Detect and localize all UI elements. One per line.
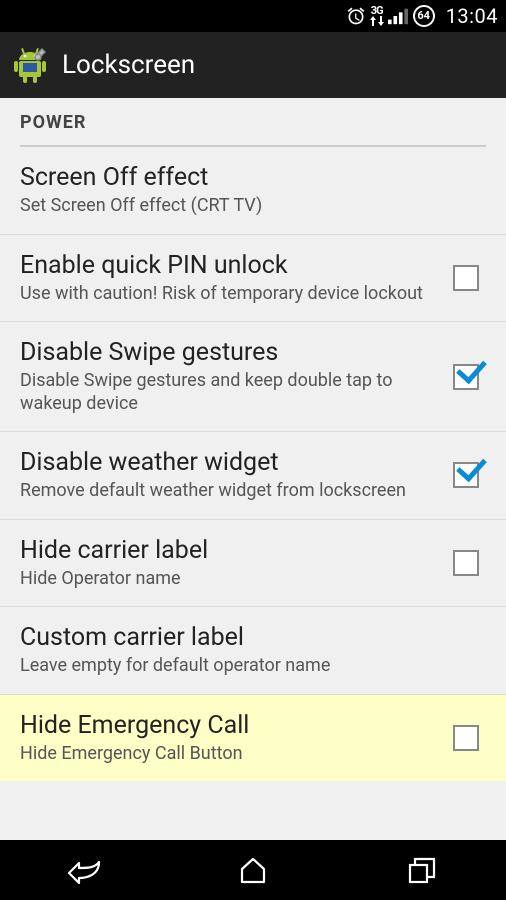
back-button[interactable] [34, 840, 134, 900]
pref-title: Custom carrier label [20, 623, 476, 653]
pref-text: Hide Emergency CallHide Emergency Call B… [20, 711, 446, 766]
signal-icon [388, 7, 408, 25]
status-bar: 3G 64 13:04 [0, 0, 506, 32]
pref-widget [446, 550, 486, 576]
app-bar-title: Lockscreen [62, 50, 195, 80]
pref-title: Screen Off effect [20, 163, 476, 193]
pref-text: Hide carrier labelHide Operator name [20, 536, 446, 591]
pref-title: Enable quick PIN unlock [20, 251, 436, 281]
pref-title: Hide carrier label [20, 536, 436, 566]
status-time: 13:04 [446, 4, 498, 28]
pref-widget [446, 462, 486, 488]
checkbox[interactable] [453, 265, 479, 291]
pref-summary: Hide Emergency Call Button [20, 743, 436, 766]
pref-summary: Hide Operator name [20, 568, 436, 591]
pref-text: Disable Swipe gesturesDisable Swipe gest… [20, 338, 446, 415]
home-button[interactable] [203, 840, 303, 900]
pref-summary: Use with caution! Risk of temporary devi… [20, 283, 436, 306]
pref-text: Enable quick PIN unlockUse with caution!… [20, 251, 446, 306]
settings-list: POWER Screen Off effectSet Screen Off ef… [0, 98, 506, 840]
status-icons: 3G 64 [346, 4, 436, 28]
checkbox[interactable] [453, 725, 479, 751]
checkbox[interactable] [453, 550, 479, 576]
app-bar: Lockscreen [0, 32, 506, 98]
pref-item[interactable]: Screen Off effectSet Screen Off effect (… [0, 147, 506, 235]
pref-title: Disable weather widget [20, 448, 436, 478]
pref-widget [446, 364, 486, 390]
pref-widget [446, 265, 486, 291]
checkbox[interactable] [453, 462, 479, 488]
recent-button[interactable] [372, 840, 472, 900]
pref-text: Screen Off effectSet Screen Off effect (… [20, 163, 486, 218]
pref-widget [446, 725, 486, 751]
pref-item[interactable]: Hide Emergency CallHide Emergency Call B… [0, 695, 506, 782]
pref-item[interactable]: Custom carrier labelLeave empty for defa… [0, 607, 506, 695]
pref-text: Disable weather widgetRemove default wea… [20, 448, 446, 503]
checkbox[interactable] [453, 364, 479, 390]
pref-text: Custom carrier labelLeave empty for defa… [20, 623, 486, 678]
pref-item[interactable]: Hide carrier labelHide Operator name [0, 520, 506, 608]
network-3g-icon: 3G [370, 6, 384, 26]
pref-item[interactable]: Disable Swipe gesturesDisable Swipe gest… [0, 322, 506, 432]
section-title: POWER [20, 112, 486, 133]
section-header: POWER [0, 98, 506, 141]
app-icon [10, 45, 50, 85]
navigation-bar [0, 840, 506, 900]
alarm-icon [346, 6, 366, 26]
pref-item[interactable]: Disable weather widgetRemove default wea… [0, 432, 506, 520]
pref-item[interactable]: Enable quick PIN unlockUse with caution!… [0, 235, 506, 323]
pref-title: Hide Emergency Call [20, 711, 436, 741]
battery-level: 64 [412, 4, 436, 28]
pref-summary: Set Screen Off effect (CRT TV) [20, 195, 476, 218]
pref-summary: Disable Swipe gestures and keep double t… [20, 370, 436, 415]
battery-icon: 64 [412, 4, 436, 28]
pref-summary: Remove default weather widget from locks… [20, 480, 436, 503]
pref-summary: Leave empty for default operator name [20, 655, 476, 678]
pref-title: Disable Swipe gestures [20, 338, 436, 368]
